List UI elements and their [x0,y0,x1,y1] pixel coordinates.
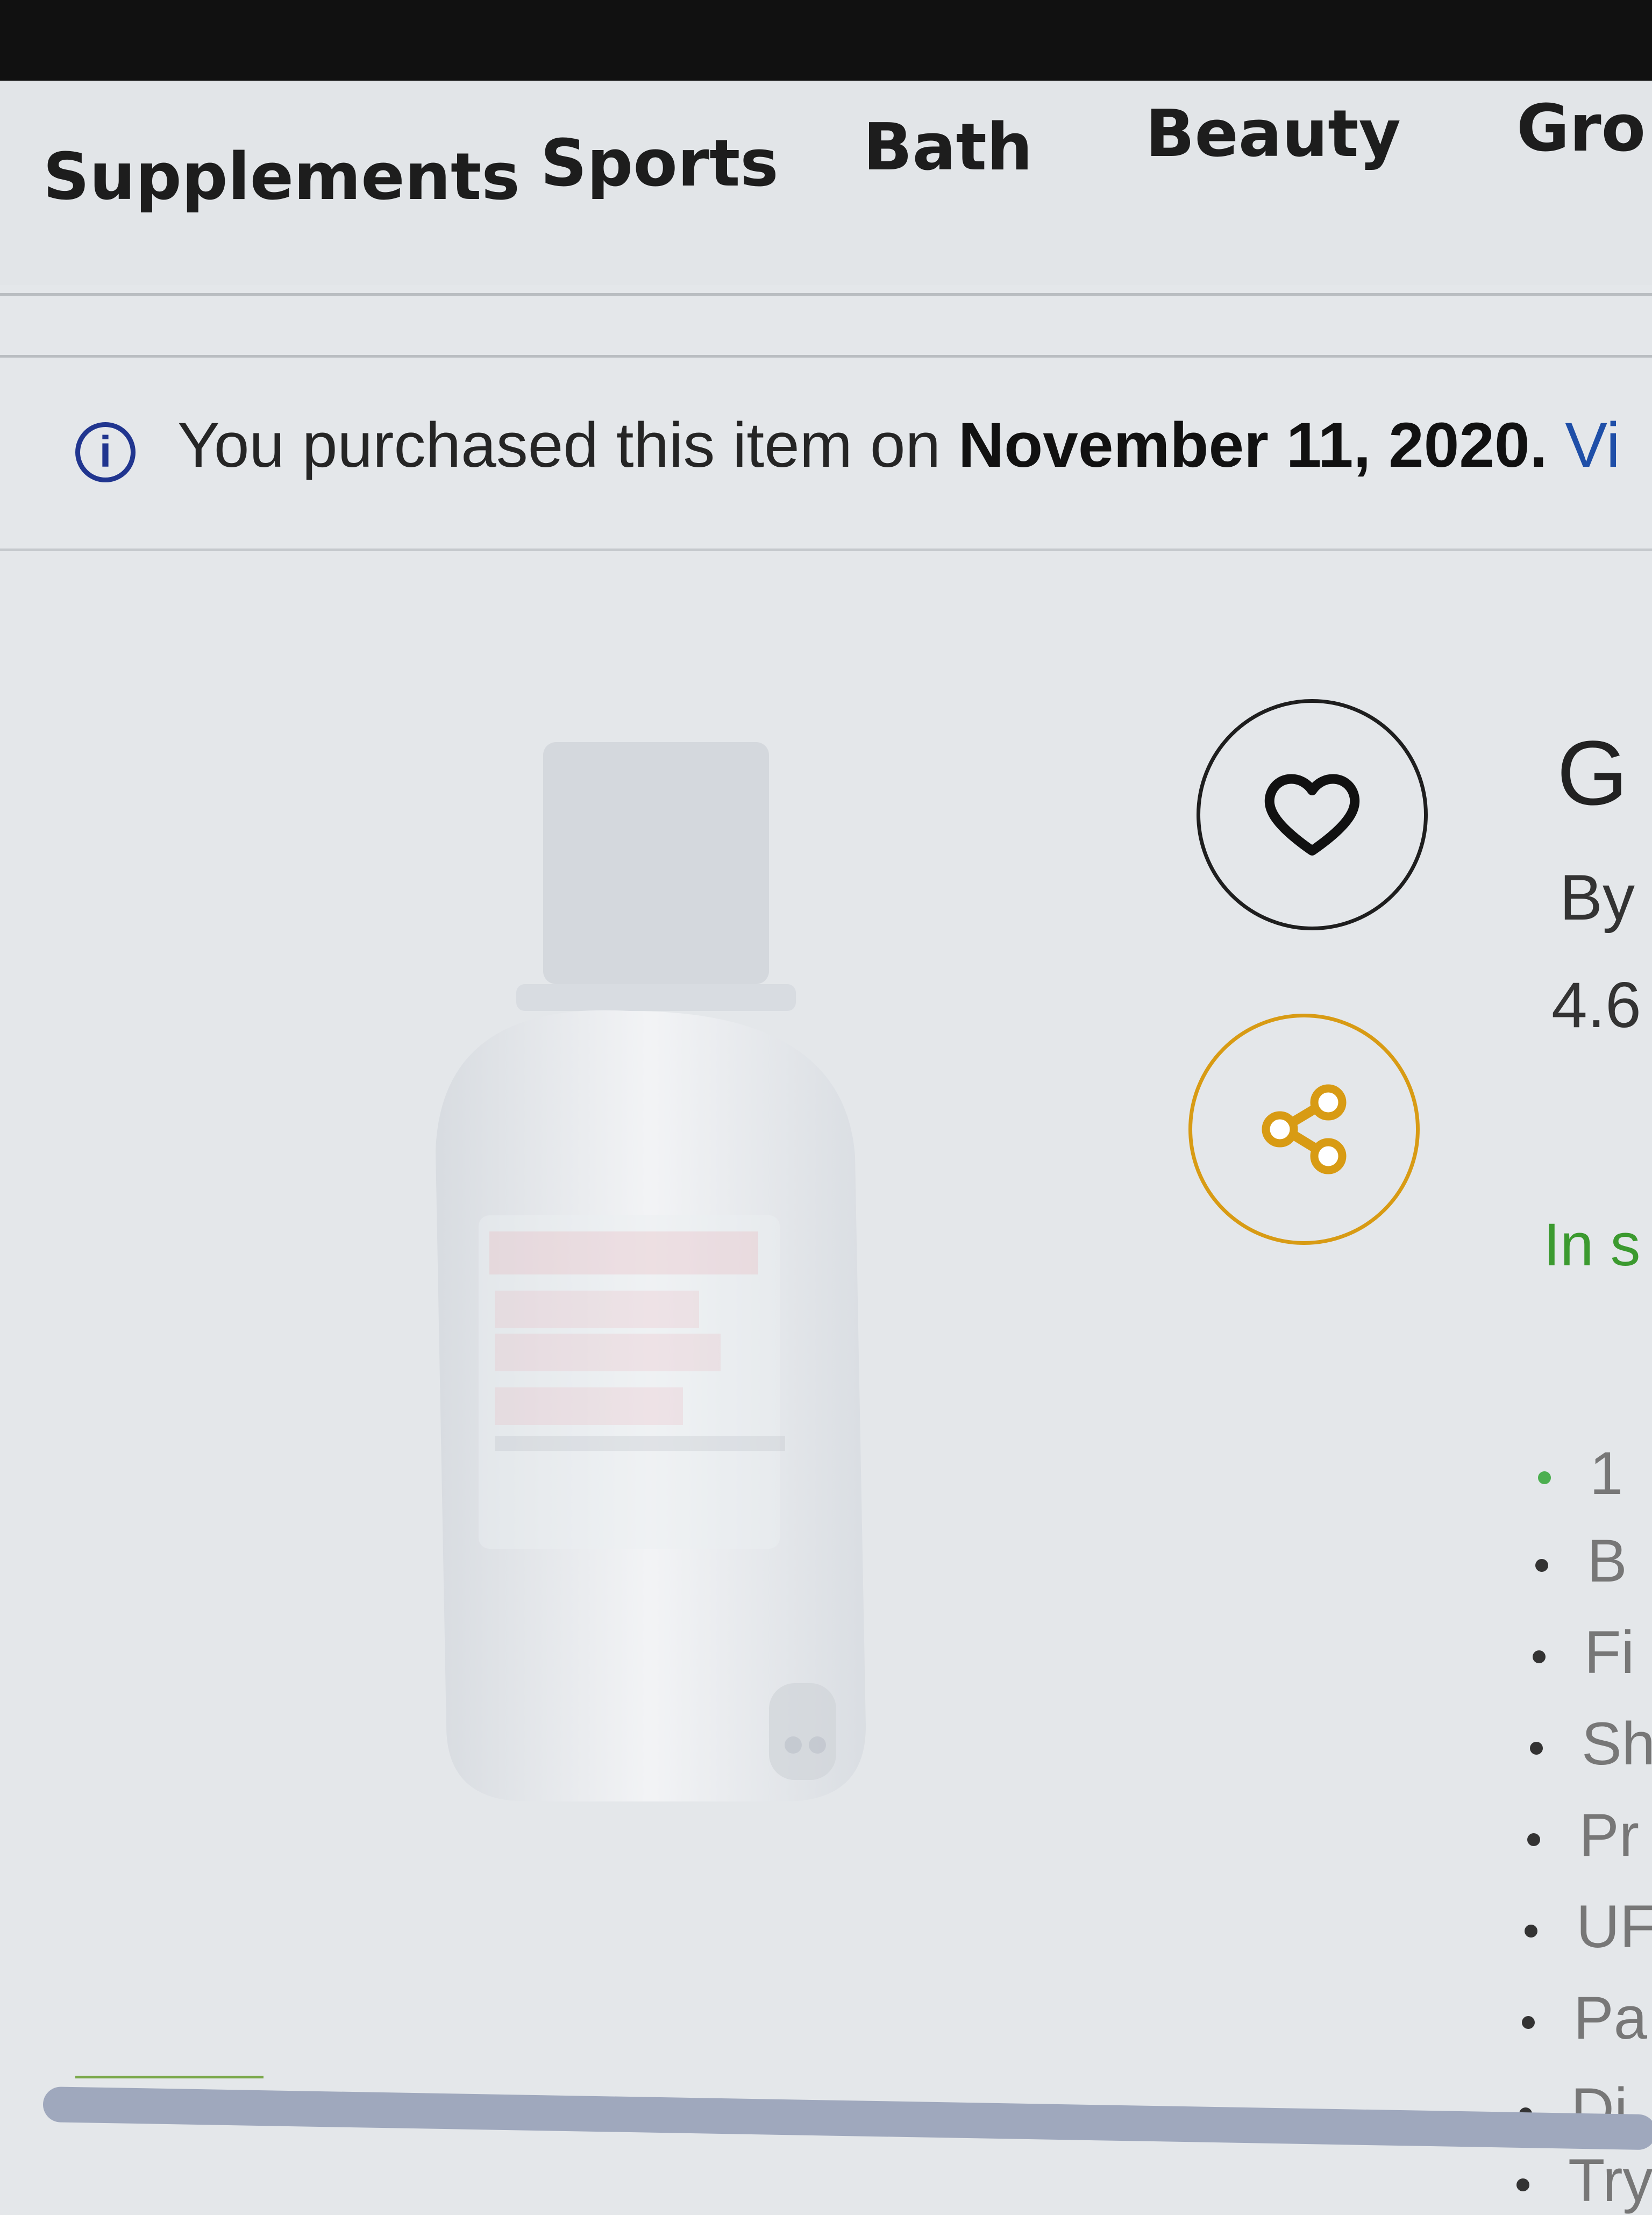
notice-divider [0,549,1652,551]
bullet-icon [1538,1471,1551,1485]
top-screen-bezel [0,0,1652,81]
feature-item: Pr [1527,1800,1639,1870]
feature-item: Try [1516,2146,1652,2215]
bullet-icon [1530,1742,1543,1755]
feature-item: B [1535,1526,1627,1596]
share-icon [1262,1084,1347,1174]
info-icon: i [75,422,136,482]
purchase-date: November 11, 2020. [958,410,1548,481]
feature-item: Sh [1530,1709,1652,1778]
add-to-favorites-button[interactable] [1197,699,1428,930]
nav-item-sports[interactable]: Sports [540,126,779,201]
purchase-notice: i You purchased this item on November 11… [0,344,1652,549]
product-rating: 4.6 [1551,969,1641,1041]
nav-item-supplements[interactable]: Supplements [43,140,520,215]
feature-item: 1 [1538,1438,1623,1508]
category-nav: Supplements Sports Bath Beauty Gro [0,81,1652,358]
product-brand-byline: By [1560,861,1635,934]
purchase-notice-prefix: You purchased this item on [177,410,958,481]
stock-status: In s [1543,1211,1641,1278]
product-title: G [1557,722,1628,824]
heart-icon [1264,774,1360,856]
nav-item-beauty[interactable]: Beauty [1145,97,1401,172]
bullet-icon [1535,1559,1548,1572]
horizontal-scrollbar[interactable] [42,2086,1652,2150]
nav-divider [0,293,1652,296]
bullet-icon [1533,1650,1546,1664]
nav-item-bath[interactable]: Bath [863,110,1032,185]
share-button[interactable] [1188,1014,1420,1245]
bullet-icon [1527,1833,1540,1847]
purchase-notice-text: You purchased this item on November 11, … [177,409,1620,482]
feature-item: Fi [1533,1618,1634,1687]
thumbnail-indicator [75,2076,264,2078]
bullet-icon [1516,2178,1529,2192]
view-order-link[interactable]: Vi [1565,410,1620,481]
product-image [436,742,866,1801]
bullet-icon [1522,2016,1535,2029]
nav-item-grocery[interactable]: Gro [1516,91,1646,166]
feature-item: UF [1525,1892,1652,1961]
bullet-icon [1525,1925,1537,1938]
feature-item: Pa [1522,1983,1647,2053]
